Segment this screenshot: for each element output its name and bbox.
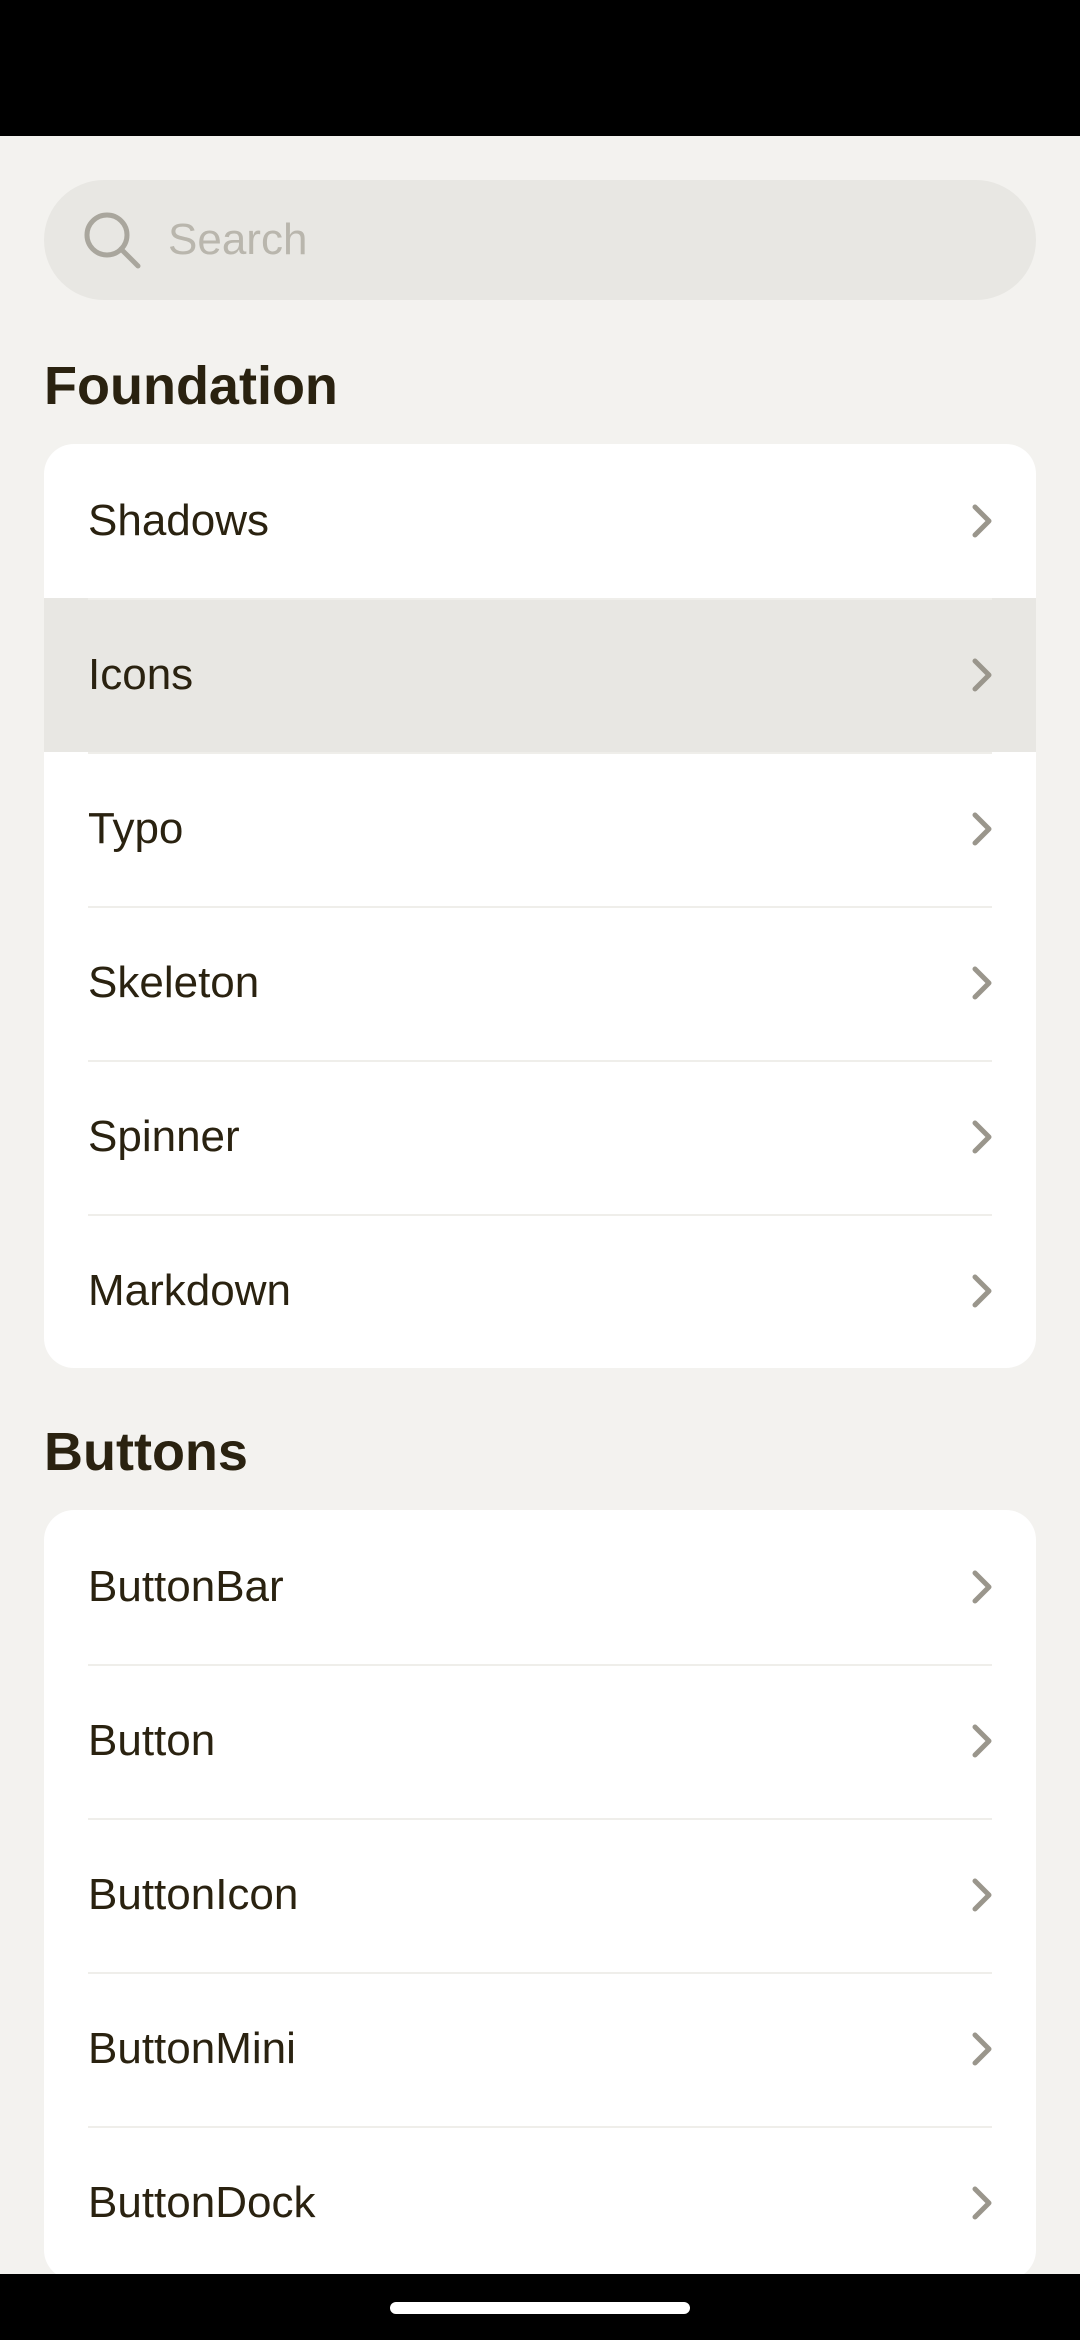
buttons-list: ButtonBar Button ButtonIcon ButtonMini B…	[44, 1510, 1036, 2274]
list-item-label: Shadows	[88, 496, 270, 545]
list-item-label: ButtonIcon	[88, 1870, 299, 1919]
foundation-list: Shadows Icons Typo Skeleton Spinner Mark…	[44, 444, 1036, 1368]
list-item-markdown[interactable]: Markdown	[44, 1214, 1036, 1368]
list-item-buttonicon[interactable]: ButtonIcon	[44, 1818, 1036, 1972]
chevron-right-icon	[972, 658, 992, 692]
list-item-label: ButtonDock	[88, 2178, 316, 2227]
search-icon	[84, 212, 141, 269]
list-item-skeleton[interactable]: Skeleton	[44, 906, 1036, 1060]
search-input[interactable]: Search	[44, 180, 1036, 300]
home-indicator[interactable]	[390, 2302, 690, 2314]
list-item-label: ButtonBar	[88, 1562, 284, 1611]
list-item-buttonmini[interactable]: ButtonMini	[44, 1972, 1036, 2126]
list-item-buttondock[interactable]: ButtonDock	[44, 2126, 1036, 2274]
screen-content: Search Foundation Shadows Icons Typo Ske…	[0, 136, 1080, 2274]
chevron-right-icon	[972, 1878, 992, 1912]
list-item-typo[interactable]: Typo	[44, 752, 1036, 906]
list-item-label: Spinner	[88, 1112, 240, 1161]
list-item-label: Icons	[88, 650, 194, 699]
list-item-spinner[interactable]: Spinner	[44, 1060, 1036, 1214]
list-item-label: ButtonMini	[88, 2024, 296, 2073]
chevron-right-icon	[972, 812, 992, 846]
section-title-foundation: Foundation	[44, 356, 338, 416]
chevron-right-icon	[972, 2186, 992, 2220]
chevron-right-icon	[972, 1570, 992, 1604]
chevron-right-icon	[972, 504, 992, 538]
list-item-button[interactable]: Button	[44, 1664, 1036, 1818]
chevron-right-icon	[972, 1724, 992, 1758]
section-title-buttons: Buttons	[44, 1422, 248, 1482]
list-item-label: Markdown	[88, 1266, 291, 1315]
list-item-label: Typo	[88, 804, 184, 853]
list-item-label: Skeleton	[88, 958, 260, 1007]
chevron-right-icon	[972, 1274, 992, 1308]
chevron-right-icon	[972, 966, 992, 1000]
chevron-right-icon	[972, 2032, 992, 2066]
chevron-right-icon	[972, 1120, 992, 1154]
search-placeholder: Search	[168, 215, 308, 264]
list-item-icons[interactable]: Icons	[44, 598, 1036, 752]
list-item-buttonbar[interactable]: ButtonBar	[44, 1510, 1036, 1664]
list-item-shadows[interactable]: Shadows	[44, 444, 1036, 598]
list-item-label: Button	[88, 1716, 216, 1765]
status-bar	[0, 0, 1080, 136]
